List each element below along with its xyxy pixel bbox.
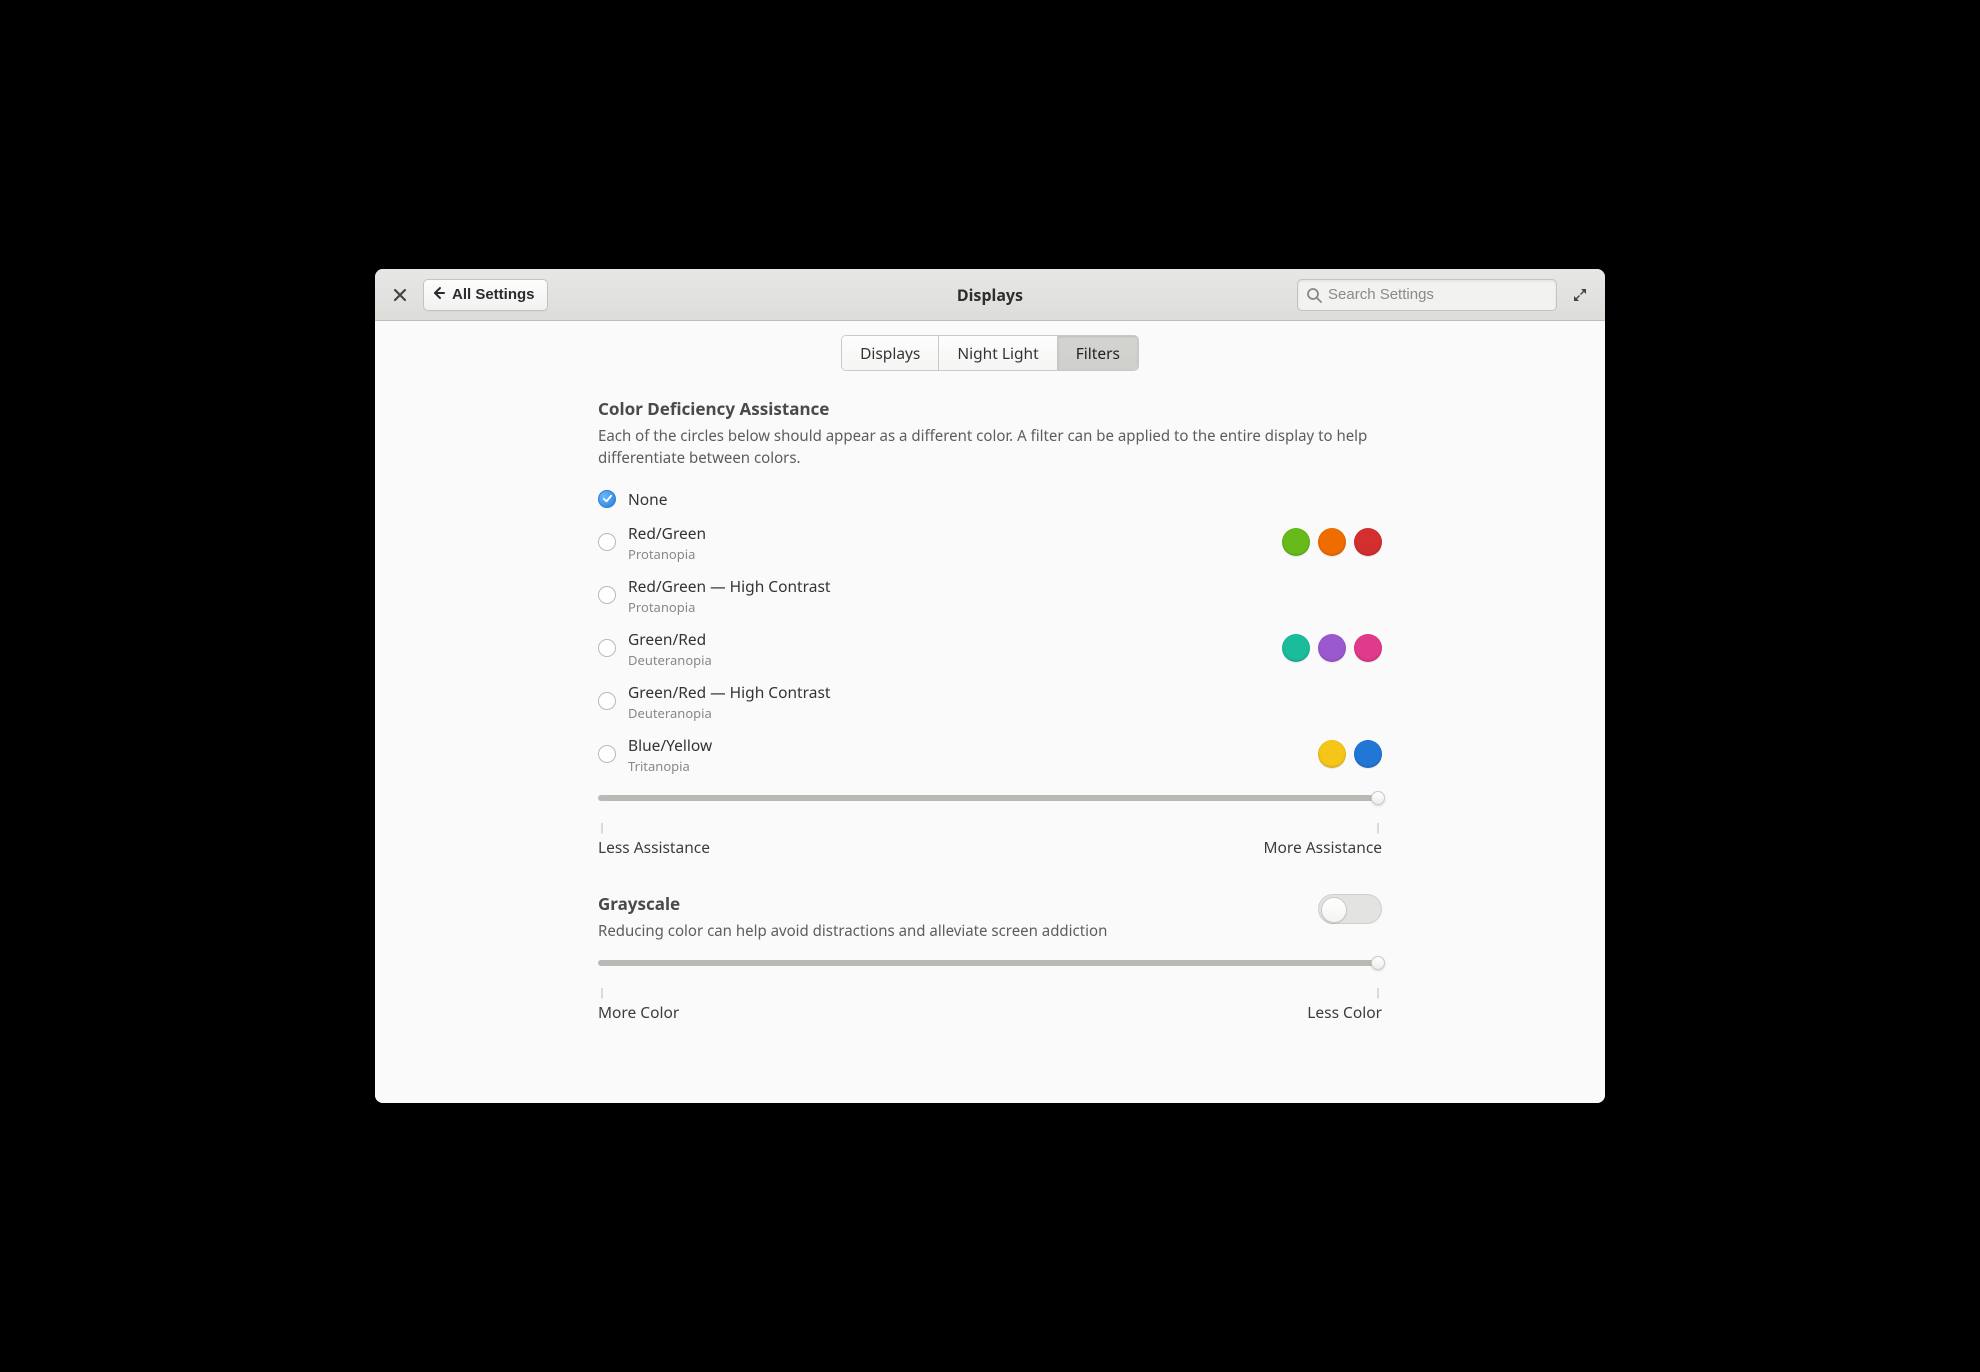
color-swatch: [1354, 740, 1382, 768]
filter-option-title: Red/Green: [628, 522, 1282, 544]
tabs-container: DisplaysNight LightFilters: [375, 321, 1605, 379]
grayscale-title: Grayscale: [598, 892, 1304, 915]
tab-night-light[interactable]: Night Light: [939, 336, 1057, 370]
grayscale-description: Reducing color can help avoid distractio…: [598, 921, 1304, 943]
assistance-slider[interactable]: [598, 791, 1382, 815]
assistance-slider-labels: Less Assistance More Assistance: [598, 836, 1382, 858]
tabs: DisplaysNight LightFilters: [841, 335, 1139, 371]
filter-option-subtitle: Tritanopia: [628, 757, 1318, 775]
tab-filters[interactable]: Filters: [1058, 336, 1138, 370]
filter-option-row: Blue/YellowTritanopia: [598, 730, 1382, 783]
slider-track: [598, 795, 1382, 801]
color-swatch: [1318, 740, 1346, 768]
assistance-slider-area: || Less Assistance More Assistance: [598, 791, 1382, 858]
filter-option-row: Green/RedDeuteranopia: [598, 624, 1382, 677]
slider-track: [598, 960, 1382, 966]
filter-option-row: Green/Red — High ContrastDeuteranopia: [598, 677, 1382, 730]
tab-displays[interactable]: Displays: [842, 336, 939, 370]
color-swatches: [1318, 740, 1382, 768]
color-swatches: [1282, 528, 1382, 556]
toggle-knob: [1321, 897, 1347, 923]
color-deficiency-title: Color Deficiency Assistance: [598, 397, 1382, 420]
filter-option-title: None: [628, 488, 1382, 510]
filter-option-labels: Red/Green — High ContrastProtanopia: [628, 575, 1382, 616]
grayscale-slider[interactable]: [598, 956, 1382, 980]
color-deficiency-description: Each of the circles below should appear …: [598, 426, 1382, 470]
filter-radio[interactable]: [598, 692, 616, 710]
headerbar: All Settings Displays: [375, 269, 1605, 321]
grayscale-header: Grayscale Reducing color can help avoid …: [598, 892, 1382, 943]
filter-radio[interactable]: [598, 586, 616, 604]
close-icon[interactable]: [387, 282, 413, 308]
slider-ticks: ||: [598, 820, 1382, 835]
slider-right-label: Less Color: [1307, 1001, 1382, 1023]
filter-option-subtitle: Deuteranopia: [628, 651, 1282, 669]
slider-left-label: Less Assistance: [598, 836, 710, 858]
color-swatch: [1318, 634, 1346, 662]
search-icon: [1306, 287, 1322, 303]
grayscale-toggle[interactable]: [1318, 894, 1382, 924]
headerbar-right: [1033, 279, 1593, 311]
grayscale-section: Grayscale Reducing color can help avoid …: [598, 892, 1382, 1024]
filters-panel: Color Deficiency Assistance Each of the …: [590, 397, 1390, 1023]
filter-radio[interactable]: [598, 533, 616, 551]
color-swatch: [1354, 634, 1382, 662]
filter-radio[interactable]: [598, 639, 616, 657]
grayscale-slider-area: || More Color Less Color: [598, 956, 1382, 1023]
grayscale-slider-labels: More Color Less Color: [598, 1001, 1382, 1023]
search-input[interactable]: [1297, 279, 1557, 311]
grayscale-text: Grayscale Reducing color can help avoid …: [598, 892, 1304, 943]
search-wrap: [1297, 279, 1557, 311]
filter-option-labels: Red/GreenProtanopia: [628, 522, 1282, 563]
filter-option-labels: Green/Red — High ContrastDeuteranopia: [628, 681, 1382, 722]
slider-left-label: More Color: [598, 1001, 679, 1023]
color-swatch: [1318, 528, 1346, 556]
arrow-left-icon: [432, 286, 446, 304]
all-settings-button[interactable]: All Settings: [423, 279, 548, 311]
color-deficiency-options: NoneRed/GreenProtanopiaRed/Green — High …: [598, 484, 1382, 783]
back-button-label: All Settings: [452, 286, 535, 303]
content: DisplaysNight LightFilters Color Deficie…: [375, 321, 1605, 1103]
filter-option-title: Blue/Yellow: [628, 734, 1318, 756]
color-swatches: [1282, 634, 1382, 662]
filter-option-title: Red/Green — High Contrast: [628, 575, 1382, 597]
filter-option-subtitle: Protanopia: [628, 545, 1282, 563]
maximize-icon[interactable]: [1567, 282, 1593, 308]
slider-ticks: ||: [598, 985, 1382, 1000]
filter-radio[interactable]: [598, 490, 616, 508]
slider-knob[interactable]: [1371, 791, 1385, 805]
filter-option-row: Red/GreenProtanopia: [598, 518, 1382, 571]
slider-knob[interactable]: [1371, 956, 1385, 970]
filter-radio[interactable]: [598, 745, 616, 763]
filter-option-labels: None: [628, 488, 1382, 510]
filter-option-row: Red/Green — High ContrastProtanopia: [598, 571, 1382, 624]
headerbar-left: All Settings: [387, 279, 947, 311]
filter-option-labels: Green/RedDeuteranopia: [628, 628, 1282, 669]
page-title: Displays: [957, 284, 1023, 306]
filter-option-subtitle: Deuteranopia: [628, 704, 1382, 722]
color-swatch: [1354, 528, 1382, 556]
filter-option-title: Green/Red — High Contrast: [628, 681, 1382, 703]
color-swatch: [1282, 528, 1310, 556]
color-swatch: [1282, 634, 1310, 662]
filter-option-title: Green/Red: [628, 628, 1282, 650]
slider-right-label: More Assistance: [1263, 836, 1382, 858]
filter-option-labels: Blue/YellowTritanopia: [628, 734, 1318, 775]
filter-option-row: None: [598, 484, 1382, 518]
filter-option-subtitle: Protanopia: [628, 598, 1382, 616]
settings-window: All Settings Displays DisplaysNight Ligh…: [375, 269, 1605, 1103]
